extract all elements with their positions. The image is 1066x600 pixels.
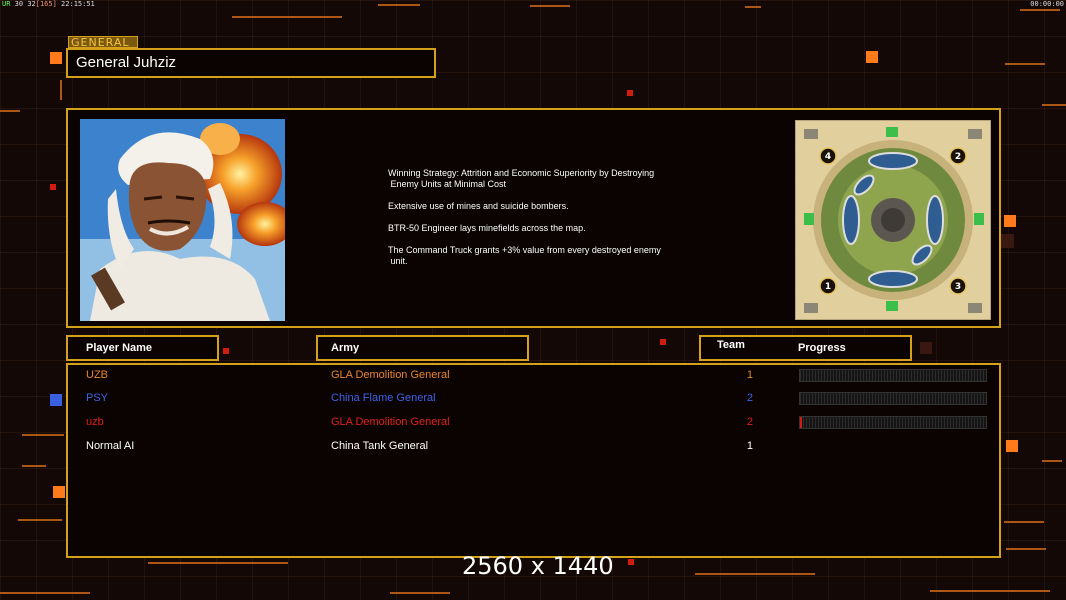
player-team: 2 [746, 392, 753, 404]
player-army: China Tank General [331, 440, 429, 452]
player-name: UZB [86, 369, 108, 381]
player-row: Normal AI China Tank General 1 [68, 438, 999, 454]
map-image: 4 2 1 3 [796, 121, 990, 319]
player-row: PSY China Flame General 2 [68, 390, 999, 406]
player-team: 1 [746, 369, 753, 381]
player-row: uzb GLA Demolition General 2 [68, 414, 999, 430]
general-description: Winning Strategy: Attrition and Economic… [388, 168, 708, 278]
header-progress: Progress [798, 342, 846, 354]
start-position-2: 2 [955, 152, 961, 162]
map-preview: 4 2 1 3 [795, 120, 991, 320]
general-info-panel: Winning Strategy: Attrition and Economic… [66, 108, 1001, 328]
header-team-progress: Team Progress [699, 335, 912, 361]
progress-fill [800, 417, 802, 428]
player-army: GLA Demolition General [331, 416, 450, 428]
player-name: uzb [86, 416, 104, 428]
fps-stats: UR 30 32[165] 22:15:51 [2, 0, 95, 8]
description-engineer: BTR-50 Engineer lays minefields across t… [388, 223, 586, 233]
description-command-truck: The Command Truck grants +3% value from … [388, 245, 661, 266]
player-name: PSY [86, 392, 109, 404]
start-position-4: 4 [825, 152, 831, 162]
player-team: 1 [746, 440, 753, 452]
general-name: General Juhziz [76, 54, 177, 71]
player-progress-bar [799, 392, 987, 405]
header-army: Army [316, 335, 529, 361]
player-name: Normal AI [86, 440, 135, 452]
player-team: 2 [746, 416, 753, 428]
header-player-name: Player Name [66, 335, 219, 361]
start-position-3: 3 [955, 282, 961, 292]
portrait-image [80, 119, 285, 321]
description-strategy: Winning Strategy: Attrition and Economic… [388, 168, 655, 189]
player-progress-bar [799, 369, 987, 382]
resolution-label: 2560 x 1440 [462, 552, 614, 580]
header-team: Team [717, 339, 745, 351]
player-progress-bar [799, 416, 987, 429]
game-timer: 00:00:00 [1030, 0, 1064, 8]
general-tag-label: GENERAL [68, 36, 138, 49]
player-army: China Flame General [331, 392, 436, 404]
general-portrait [80, 119, 285, 321]
player-row: UZB GLA Demolition General 1 [68, 367, 999, 383]
general-name-box: General Juhziz [66, 48, 436, 78]
players-list: UZB GLA Demolition General 1 PSY China F… [66, 363, 1001, 558]
description-mines: Extensive use of mines and suicide bombe… [388, 201, 569, 211]
player-army: GLA Demolition General [331, 369, 450, 381]
start-position-1: 1 [825, 282, 831, 292]
